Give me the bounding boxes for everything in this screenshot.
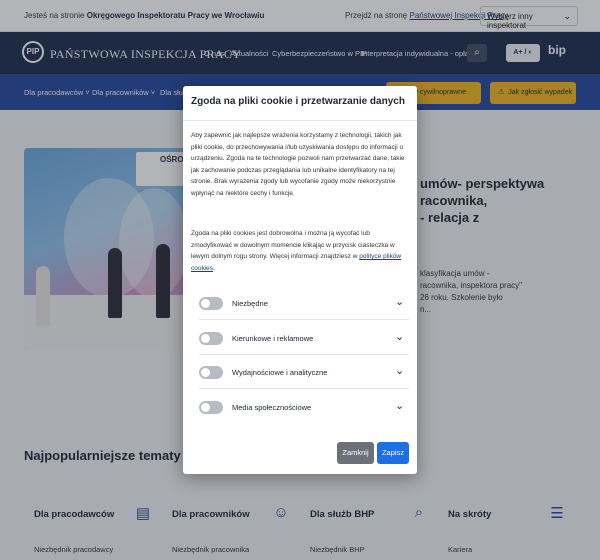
save-button[interactable]: Zapisz xyxy=(377,442,409,464)
chevron-down-icon[interactable]: ⌄ xyxy=(395,330,404,343)
dialog-intro-text: Aby zapewnić jak najlepsze wrażenia korz… xyxy=(191,132,405,197)
category-label: Niezbędne xyxy=(232,299,268,308)
close-button[interactable]: Zamknij xyxy=(337,442,374,464)
category-label: Media społecznościowe xyxy=(232,403,312,412)
cookie-consent-dialog: Zgoda na pliki cookie i przetwarzanie da… xyxy=(183,86,417,474)
toggle-knob xyxy=(201,403,210,412)
dialog-title: Zgoda na pliki cookie i przetwarzanie da… xyxy=(191,96,405,107)
toggle-necessary[interactable] xyxy=(199,297,223,310)
category-social[interactable]: Media społecznościowe ⌄ xyxy=(199,390,409,424)
toggle-knob xyxy=(201,299,210,308)
category-label: Kierunkowe i reklamowe xyxy=(232,334,314,343)
toggle-knob xyxy=(201,334,210,343)
chevron-down-icon[interactable]: ⌄ xyxy=(395,364,404,377)
chevron-down-icon[interactable]: ⌄ xyxy=(395,399,404,412)
category-analytics[interactable]: Wydajnościowe i analityczne ⌄ xyxy=(199,355,409,389)
category-marketing[interactable]: Kierunkowe i reklamowe ⌄ xyxy=(199,321,409,355)
divider xyxy=(183,120,417,121)
consent-text-end: . xyxy=(213,264,215,272)
dialog-consent-text: Zgoda na pliki cookies jest dobrowolna i… xyxy=(191,228,409,274)
toggle-marketing[interactable] xyxy=(199,332,223,345)
toggle-analytics[interactable] xyxy=(199,366,223,379)
toggle-knob xyxy=(201,368,210,377)
category-necessary[interactable]: Niezbędne ⌄ xyxy=(199,286,409,320)
category-label: Wydajnościowe i analityczne xyxy=(232,368,328,377)
toggle-social[interactable] xyxy=(199,401,223,414)
chevron-down-icon[interactable]: ⌄ xyxy=(395,295,404,308)
